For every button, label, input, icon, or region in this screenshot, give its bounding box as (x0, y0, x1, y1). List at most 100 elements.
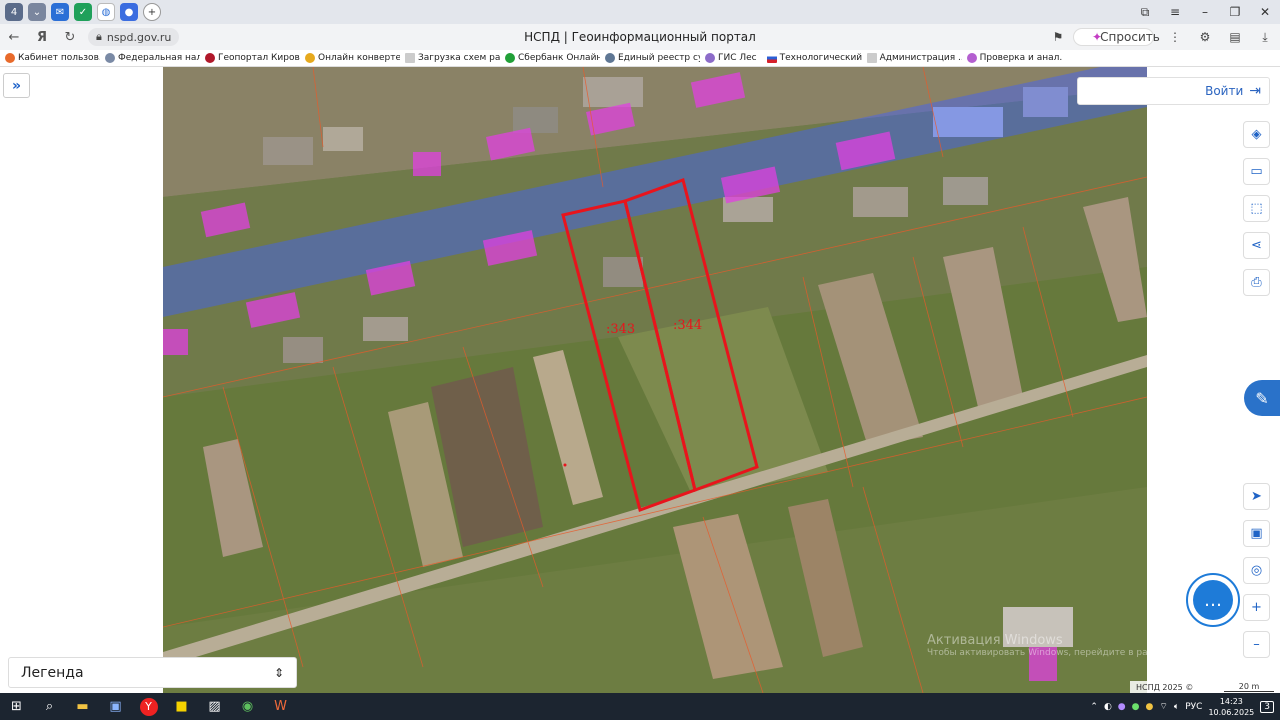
bookmark-favicon-icon (705, 53, 715, 63)
bookmark-flag-icon (766, 53, 777, 63)
parcel-label-343: :343 (606, 322, 635, 337)
print-button[interactable]: ⎙ (1243, 269, 1270, 296)
collections-icon[interactable]: ⧉ (1130, 0, 1160, 24)
measure-button[interactable]: ▭ (1243, 158, 1270, 185)
ask-label: Спросить (1100, 30, 1160, 44)
bookmark-item[interactable]: Федеральная нал... (100, 53, 200, 63)
tray-app-icon[interactable]: ● (1146, 702, 1154, 712)
tab-list-chevron-icon[interactable]: ⌄ (28, 3, 46, 21)
bookmark-favicon-icon (966, 53, 977, 63)
layers-button[interactable]: ◈ (1243, 121, 1270, 148)
tab-tasks-icon[interactable]: ✓ (74, 3, 92, 21)
notification-center-icon[interactable]: 3 (1260, 700, 1274, 713)
lock-icon: 🔒︎ (96, 30, 102, 43)
bookmark-favicon-icon (5, 53, 15, 63)
new-tab-plus-icon[interactable]: + (143, 3, 161, 21)
photo-app-icon[interactable]: ▨ (198, 693, 231, 720)
map-footer: НСПД 2025 © 20 m (1130, 681, 1280, 693)
bookmark-item[interactable]: Технологический... (762, 53, 862, 63)
file-explorer-icon[interactable]: ▬ (66, 693, 99, 720)
bookmark-favicon-icon (405, 53, 415, 63)
locate-button[interactable]: ➤ (1243, 483, 1270, 510)
menu-icon[interactable]: ≡ (1160, 0, 1190, 24)
bookmark-item[interactable]: Онлайн конверте... (300, 53, 400, 63)
ask-alice-button[interactable]: ✦ Спросить (1073, 28, 1160, 46)
yandex-logo-icon[interactable]: Я (28, 24, 56, 50)
house-roof (603, 257, 643, 287)
search-icon[interactable]: ⌕ (33, 693, 66, 720)
satellite-map: :343 :344 (163, 67, 1147, 693)
share-button[interactable]: ⋖ (1243, 232, 1270, 259)
house-roof (323, 127, 363, 151)
login-button[interactable]: Войти ⇥ (1077, 77, 1270, 105)
feedback-tab[interactable]: ✎ (1244, 380, 1280, 416)
building-zone (413, 152, 441, 176)
clock-date: 10.06.2025 (1208, 707, 1255, 717)
bookmark-item[interactable]: Загрузка схем ра... (400, 53, 500, 63)
building-zone (1029, 647, 1057, 681)
legend-toggle[interactable]: Легенда ⇕ (8, 657, 297, 688)
minimap-button[interactable]: ▣ (1243, 520, 1270, 547)
url-field[interactable]: 🔒︎ nspd.gov.ru (88, 28, 180, 46)
extensions-icon[interactable]: ⚙ (1190, 30, 1220, 44)
layers-icon: ◈ (1251, 127, 1262, 142)
more-icon[interactable]: ⋮ (1160, 30, 1190, 44)
bookmark-item[interactable]: Единый реестр су... (600, 53, 700, 63)
login-label: Войти (1205, 84, 1244, 98)
expand-panel-button[interactable]: » (3, 73, 30, 98)
chat-button[interactable]: … (1186, 573, 1240, 627)
bookmark-item[interactable]: Проверка и анал... (962, 53, 1062, 63)
house-roof (943, 177, 988, 205)
tray-viber-icon[interactable]: ● (1118, 702, 1126, 712)
bookmark-item[interactable]: Администрация ... (862, 53, 962, 63)
green-app-icon[interactable]: ◉ (231, 693, 264, 720)
windows-taskbar: ⊞ ⌕ ▬ ▣ Y ■ ▨ ◉ W ⌃ ◐ ● ● ● ⌔ 🔈︎ РУС 14:… (0, 693, 1280, 720)
bookmark-item[interactable]: ГИС Лес (700, 53, 762, 63)
reload-icon[interactable]: ↻ (56, 24, 84, 50)
volume-icon[interactable]: 🔈︎ (1174, 702, 1179, 712)
bookmark-item[interactable]: Сбербанк Онлайн (500, 53, 600, 63)
tray-app-icon[interactable]: ● (1132, 702, 1140, 712)
start-windows-icon[interactable]: ⊞ (0, 693, 33, 720)
tab-active-nspd-icon[interactable]: ◍ (97, 3, 115, 21)
reader-icon[interactable]: ▤ (1220, 30, 1250, 44)
back-arrow-icon[interactable]: ← (0, 24, 28, 50)
sticky-notes-app-icon[interactable]: ■ (165, 693, 198, 720)
bookmark-item[interactable]: Кабинет пользов... (0, 53, 100, 63)
parcel-label-344: :344 (673, 318, 702, 333)
printer-icon: ⎙ (1251, 275, 1262, 290)
bookmark-favicon-icon (866, 53, 877, 63)
tab-gosuslugi-icon[interactable]: ● (120, 3, 138, 21)
select-area-button[interactable]: ⬚ (1243, 195, 1270, 222)
minimize-icon[interactable]: – (1190, 0, 1220, 24)
tray-chevron-up-icon[interactable]: ⌃ (1090, 702, 1098, 712)
zoom-in-button[interactable]: + (1243, 594, 1270, 621)
map-canvas[interactable]: :343 :344 (163, 67, 1147, 693)
yandex-browser-app-icon[interactable]: Y (132, 693, 165, 720)
map-tools-bottom: ➤ ▣ ◎ + – (1243, 483, 1270, 668)
download-icon[interactable]: ⤓ (1250, 30, 1280, 45)
tab-group-icon[interactable]: 4 (5, 3, 23, 21)
bookmark-item[interactable]: Геопортал Киров... (200, 53, 300, 63)
wifi-icon[interactable]: ⌔ (1159, 701, 1167, 712)
tab-mail-icon[interactable]: ✉ (51, 3, 69, 21)
tray-app-icon[interactable]: ◐ (1104, 702, 1112, 712)
w-app-icon[interactable]: W (264, 693, 297, 720)
restore-icon[interactable]: ❐ (1220, 0, 1250, 24)
bookmark-favicon-icon (305, 53, 315, 63)
zoom-out-button[interactable]: – (1243, 631, 1270, 658)
geoportal-app: »:343:344 Активация Windows Чтобы акти… (0, 67, 1280, 693)
window-controls: ⧉ ≡ – ❐ ✕ (1130, 0, 1280, 24)
geolocation-button[interactable]: ◎ (1243, 557, 1270, 584)
login-icon: ⇥ (1249, 83, 1261, 99)
location-pin-icon: ◎ (1250, 563, 1263, 578)
building-zone (163, 329, 188, 355)
house-roof (363, 317, 408, 341)
clock[interactable]: 14:23 10.06.2025 (1208, 696, 1254, 718)
house-roof (513, 107, 558, 133)
bookmark-icon[interactable]: ⚑ (1043, 30, 1073, 44)
close-icon[interactable]: ✕ (1250, 0, 1280, 24)
clock-time: 14:23 (1219, 696, 1243, 706)
save-disk-app-icon[interactable]: ▣ (99, 693, 132, 720)
keyboard-language[interactable]: РУС (1185, 702, 1202, 712)
